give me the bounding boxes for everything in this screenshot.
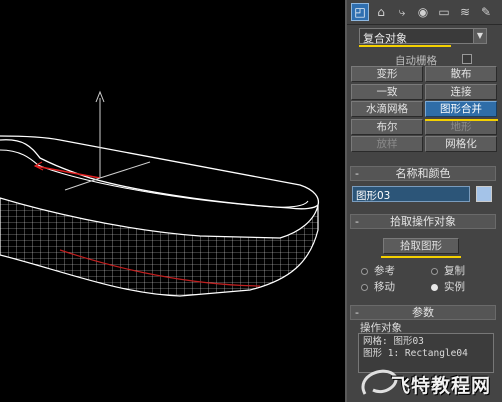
collapse-icon: -	[355, 306, 359, 319]
shape-inner-outline	[0, 149, 309, 208]
object-type-button-6[interactable]: 布尔	[351, 118, 423, 135]
more-icon[interactable]: ✎	[477, 3, 495, 21]
tabs-separator	[347, 24, 502, 25]
object-type-button-4[interactable]: 水滴网格	[351, 101, 423, 117]
operand-list-item[interactable]: 图形 1: Rectangle04	[363, 348, 468, 360]
radio-dot[interactable]	[361, 283, 368, 291]
object-type-button-0[interactable]: 变形	[351, 66, 423, 82]
radio-dot[interactable]	[431, 267, 438, 275]
radio-option-3[interactable]: 实例	[431, 279, 465, 294]
viewport-scene	[0, 90, 320, 297]
viewport-perspective[interactable]	[0, 0, 345, 402]
object-type-button-3[interactable]: 连接	[425, 83, 497, 100]
collapse-icon: -	[355, 215, 359, 228]
object-type-button-1[interactable]: 散布	[425, 66, 497, 82]
radio-dot[interactable]	[431, 283, 438, 291]
object-type-button-5[interactable]: 图形合并	[425, 101, 497, 117]
hierarchy-icon[interactable]: ⤷	[393, 3, 411, 21]
rollout-parameters[interactable]: - 参数	[350, 305, 496, 320]
object-color-swatch[interactable]	[476, 186, 492, 202]
watermark-text: 飞特教程网	[391, 375, 492, 397]
command-panel: ◰ ⌂ ⤷ ◉ ▭ ≋ ✎ 复合对象 ▼ 自动栅格 变形 散布 一致 连接 水滴网格 图形合并 布尔 地形…	[347, 0, 502, 402]
pick-button-underline	[381, 256, 461, 258]
operands-list-items: 网格: 图形03 图形 1: Rectangle04	[363, 336, 468, 360]
radio-label: 移动	[374, 281, 395, 293]
gizmo-z-axis	[99, 161, 151, 179]
radio-label: 实例	[444, 281, 465, 293]
radio-option-2[interactable]: 移动	[361, 279, 395, 294]
watermark-logo: 飞特教程网	[355, 366, 501, 400]
autogrid-checkbox[interactable]	[462, 54, 472, 64]
operand-list-item[interactable]: 网格: 图形03	[363, 336, 468, 348]
gizmo-diagonal	[64, 177, 101, 191]
shape-outline	[0, 135, 320, 210]
rollout-title: 名称和颜色	[395, 167, 451, 180]
object-type-button-2[interactable]: 一致	[351, 83, 423, 100]
radio-option-1[interactable]: 复制	[431, 263, 465, 278]
active-button-underline	[425, 119, 498, 121]
object-type-button-8[interactable]: 放样	[351, 136, 423, 152]
utilities-icon[interactable]: ≋	[456, 3, 474, 21]
rollout-title: 参数	[412, 306, 434, 319]
radio-label: 复制	[444, 265, 465, 277]
category-dropdown-value: 复合对象	[363, 32, 407, 45]
pick-shape-button[interactable]: 拾取图形	[383, 238, 459, 254]
chevron-down-icon: ▼	[473, 29, 486, 43]
rollout-title: 拾取操作对象	[390, 215, 456, 228]
radio-dot[interactable]	[361, 267, 368, 275]
dropdown-highlight-underline	[359, 45, 451, 47]
object-name-field[interactable]: 图形03	[352, 186, 470, 202]
rollout-pick-operand[interactable]: - 拾取操作对象	[350, 214, 496, 229]
radio-option-0[interactable]: 参考	[361, 263, 395, 278]
collapse-icon: -	[355, 167, 359, 180]
motion-icon[interactable]: ◉	[414, 3, 432, 21]
rollout-name-color[interactable]: - 名称和颜色	[350, 166, 496, 181]
create-icon[interactable]: ◰	[351, 3, 369, 21]
category-dropdown[interactable]: 复合对象 ▼	[359, 28, 487, 45]
mesh-object	[0, 197, 319, 297]
radio-label: 参考	[374, 265, 395, 277]
object-type-button-9[interactable]: 网格化	[425, 136, 497, 152]
object-name-value: 图形03	[356, 190, 391, 202]
modify-icon[interactable]: ⌂	[372, 3, 390, 21]
gizmo-x-axis	[34, 165, 101, 179]
display-icon[interactable]: ▭	[435, 3, 453, 21]
